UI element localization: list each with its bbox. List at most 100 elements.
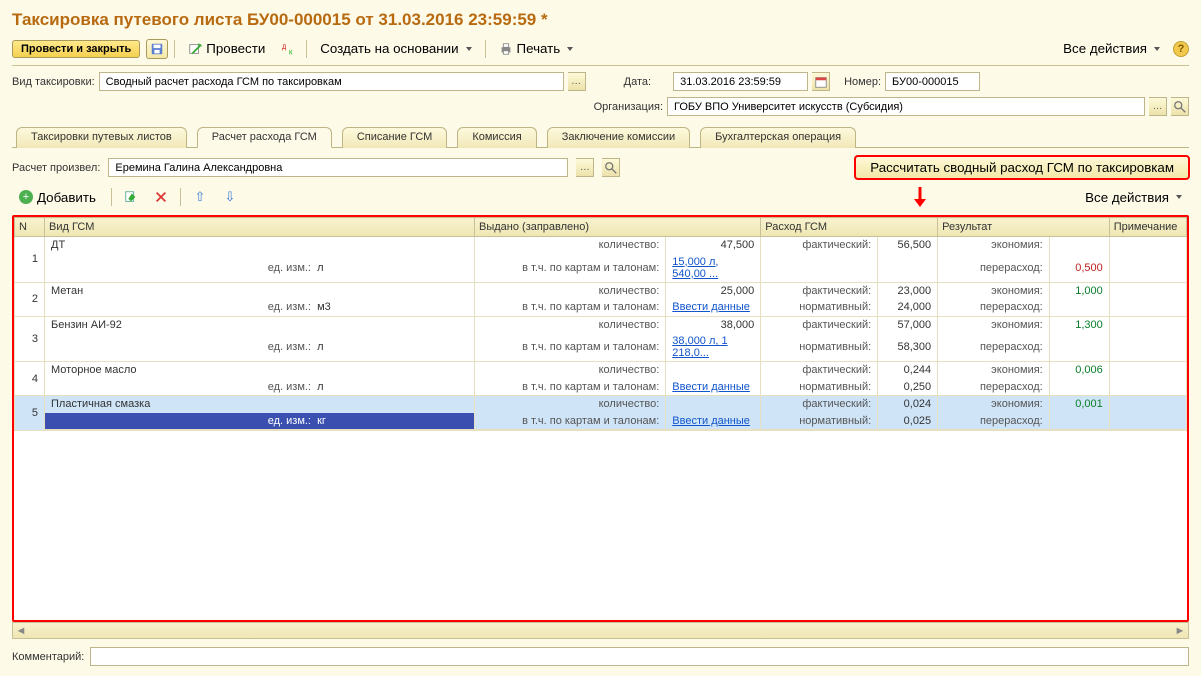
enter-data-link[interactable]: Ввести данные — [672, 301, 750, 313]
over-value: 0,500 — [1049, 254, 1109, 283]
enter-data-link[interactable]: Ввести данные — [672, 415, 750, 427]
econ-label: экономия: — [938, 396, 1050, 413]
over-value — [1049, 413, 1109, 430]
qty-value — [666, 362, 761, 379]
norm-value: 0,025 — [878, 413, 938, 430]
table-row-sub[interactable]: ед. изм.: л в т.ч. по картам и талонам: … — [15, 379, 1187, 396]
col-issued[interactable]: Выдано (заправлено) — [475, 218, 761, 237]
col-note[interactable]: Примечание — [1109, 218, 1186, 237]
chevron-down-icon — [1176, 195, 1182, 199]
tab-committee[interactable]: Комиссия — [457, 127, 536, 148]
cards-value: 38,000 л, 1 218,0... — [666, 333, 761, 362]
cards-link[interactable]: 38,000 л, 1 218,0... — [672, 335, 727, 359]
post-button[interactable]: Провести — [181, 38, 272, 59]
table-row-sub[interactable]: ед. изм.: кг в т.ч. по картам и талонам:… — [15, 413, 1187, 430]
h-scrollbar[interactable]: ◄ ► — [12, 622, 1189, 639]
over-label: перерасход: — [938, 254, 1050, 283]
help-button[interactable]: ? — [1173, 41, 1189, 57]
table-row[interactable]: 4 Моторное масло количество: фактический… — [15, 362, 1187, 379]
over-value — [1049, 333, 1109, 362]
tab-fuel-calc[interactable]: Расчет расхода ГСМ — [197, 127, 332, 148]
table-row[interactable]: 5 Пластичная смазка количество: фактичес… — [15, 396, 1187, 413]
tabs: Таксировки путевых листов Расчет расхода… — [12, 126, 1189, 148]
calc-by-open-button[interactable] — [602, 158, 620, 177]
unit-cell: ед. изм.: л — [45, 254, 475, 283]
number-input[interactable] — [885, 72, 980, 91]
tab-fuel-writeoff[interactable]: Списание ГСМ — [342, 127, 448, 148]
taxing-type-input[interactable] — [99, 72, 564, 91]
save-button[interactable] — [146, 39, 168, 59]
calc-by-input[interactable] — [108, 158, 568, 177]
org-select-button[interactable]: … — [1149, 97, 1167, 116]
table-row-sub[interactable]: ед. изм.: л в т.ч. по картам и талонам: … — [15, 333, 1187, 362]
edit-row-button[interactable] — [120, 187, 142, 207]
arrow-down-icon — [910, 187, 930, 209]
table-row[interactable]: 1 ДТ количество: 47,500 фактический: 56,… — [15, 237, 1187, 254]
print-button[interactable]: Печать — [492, 38, 581, 59]
cards-value: Ввести данные — [666, 299, 761, 316]
cards-label: в т.ч. по картам и талонам: — [475, 254, 666, 283]
over-value — [1049, 299, 1109, 316]
cards-link[interactable]: 15,000 л, 540,00 ... — [672, 256, 718, 280]
over-label: перерасход: — [938, 379, 1050, 396]
table-row[interactable]: 3 Бензин АИ-92 количество: 38,000 фактич… — [15, 316, 1187, 333]
tab-acc-op[interactable]: Бухгалтерская операция — [700, 127, 856, 148]
all-actions-grid-button[interactable]: Все действия — [1078, 187, 1189, 208]
unit-cell: ед. изм.: кг — [45, 413, 475, 430]
number-label: Номер: — [844, 76, 881, 88]
move-down-button[interactable]: ⇩ — [219, 187, 241, 207]
table-row-sub[interactable]: ед. изм.: л в т.ч. по картам и талонам: … — [15, 254, 1187, 283]
scroll-left-button[interactable]: ◄ — [13, 625, 29, 637]
tab-waybill-taxings[interactable]: Таксировки путевых листов — [16, 127, 187, 148]
table-row-sub[interactable]: ед. изм.: м3 в т.ч. по картам и талонам:… — [15, 299, 1187, 316]
edit-icon — [124, 190, 138, 204]
tab-conclusion[interactable]: Заключение комиссии — [547, 127, 690, 148]
unit-cell: ед. изм.: м3 — [45, 299, 475, 316]
table-empty-area — [14, 430, 1187, 620]
move-up-button[interactable]: ⇧ — [189, 187, 211, 207]
row-number: 1 — [15, 237, 45, 283]
add-row-button[interactable]: + Добавить — [12, 187, 103, 208]
plus-icon: + — [19, 190, 33, 204]
debit-credit-button[interactable]: ДК — [278, 39, 300, 59]
floppy-icon — [150, 42, 164, 56]
norm-value: 24,000 — [878, 299, 938, 316]
col-usage[interactable]: Расход ГСМ — [761, 218, 938, 237]
table-row[interactable]: 2 Метан количество: 25,000 фактический: … — [15, 282, 1187, 299]
fact-value: 56,500 — [878, 237, 938, 254]
org-open-button[interactable] — [1171, 97, 1189, 116]
fact-value: 0,024 — [878, 396, 938, 413]
scroll-right-button[interactable]: ► — [1172, 625, 1188, 637]
econ-label: экономия: — [938, 237, 1050, 254]
taxing-type-select-button[interactable]: … — [568, 72, 586, 91]
fact-label: фактический: — [761, 316, 878, 333]
org-input[interactable] — [667, 97, 1145, 116]
delete-row-button[interactable] — [150, 187, 172, 207]
over-value — [1049, 379, 1109, 396]
all-actions-button[interactable]: Все действия — [1056, 38, 1167, 59]
create-based-on-button[interactable]: Создать на основании — [313, 38, 478, 59]
over-label: перерасход: — [938, 413, 1050, 430]
calc-summary-button[interactable]: Рассчитать сводный расход ГСМ по таксиро… — [855, 156, 1189, 179]
date-input[interactable] — [673, 72, 808, 91]
col-type[interactable]: Вид ГСМ — [45, 218, 475, 237]
chevron-down-icon — [1154, 47, 1160, 51]
svg-text:Д: Д — [282, 44, 287, 51]
calc-by-select-button[interactable]: … — [576, 158, 594, 177]
note-cell — [1109, 299, 1186, 316]
date-picker-button[interactable] — [812, 72, 830, 91]
qty-label: количество: — [475, 362, 666, 379]
cards-value: Ввести данные — [666, 413, 761, 430]
col-n[interactable]: N — [15, 218, 45, 237]
printer-icon — [499, 42, 513, 56]
col-result[interactable]: Результат — [938, 218, 1110, 237]
comment-input[interactable] — [90, 647, 1189, 666]
econ-value: 1,000 — [1049, 282, 1109, 299]
post-and-close-button[interactable]: Провести и закрыть — [12, 40, 140, 58]
econ-value: 1,300 — [1049, 316, 1109, 333]
qty-value — [666, 396, 761, 413]
note-cell — [1109, 237, 1186, 254]
enter-data-link[interactable]: Ввести данные — [672, 381, 750, 393]
all-actions-grid-label: Все действия — [1085, 190, 1169, 205]
econ-value: 0,001 — [1049, 396, 1109, 413]
